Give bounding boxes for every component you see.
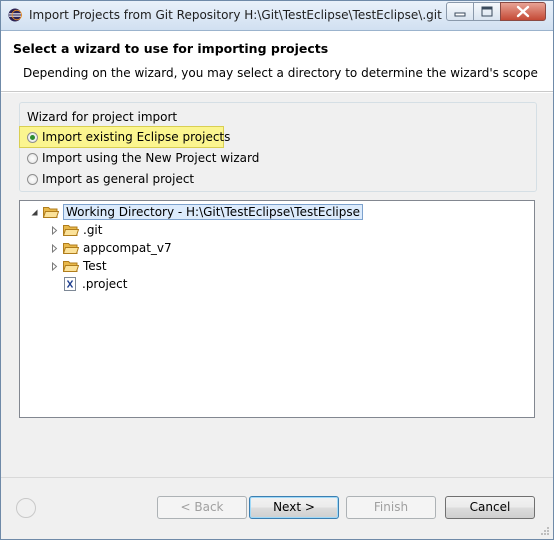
wizard-group-label: Wizard for project import [27, 110, 178, 124]
folder-icon [63, 260, 79, 272]
import-dialog-window: Import Projects from Git Repository H:\G… [0, 0, 554, 540]
xml-file-icon [64, 277, 76, 291]
finish-button[interactable]: Finish [346, 496, 436, 519]
radio-button-checked[interactable] [27, 131, 38, 143]
radio-button[interactable] [27, 152, 38, 164]
next-button[interactable]: Next > [249, 496, 339, 519]
close-button[interactable] [500, 2, 546, 21]
header-separator [1, 92, 553, 93]
folder-icon [63, 224, 79, 236]
close-icon [516, 5, 530, 18]
tree-item-git[interactable]: .git [50, 221, 102, 239]
radio-import-existing[interactable]: Import existing Eclipse projects [27, 127, 230, 147]
radio-import-general-project[interactable]: Import as general project [27, 169, 194, 189]
radio-import-new-project-wizard[interactable]: Import using the New Project wizard [27, 148, 259, 168]
folder-open-icon [43, 206, 59, 218]
tree-item-label: Working Directory - H:\Git\TestEclipse\T… [63, 204, 364, 220]
radio-label: Import using the New Project wizard [42, 151, 260, 165]
tree-item-label: .git [83, 223, 103, 237]
maximize-button[interactable] [473, 2, 501, 21]
project-tree[interactable]: Working Directory - H:\Git\TestEclipse\T… [19, 200, 535, 418]
radio-label: Import existing Eclipse projects [42, 130, 231, 144]
help-icon[interactable] [15, 497, 37, 519]
tree-item-test[interactable]: Test [50, 257, 107, 275]
title-bar[interactable]: Import Projects from Git Repository H:\G… [1, 1, 553, 31]
radio-button[interactable] [27, 173, 38, 185]
eclipse-icon [8, 8, 22, 22]
button-bar-separator [1, 477, 553, 478]
window-title: Import Projects from Git Repository H:\G… [29, 8, 442, 22]
tree-item-label: .project [82, 277, 128, 291]
folder-icon [63, 242, 79, 254]
tree-item-project-file[interactable]: .project [63, 275, 127, 293]
collapsed-chevron-icon[interactable] [50, 243, 59, 253]
minimize-button[interactable] [446, 2, 474, 21]
cancel-button[interactable]: Cancel [445, 496, 535, 519]
minimize-icon [454, 12, 466, 17]
collapsed-chevron-icon[interactable] [50, 261, 59, 271]
radio-label: Import as general project [42, 172, 195, 186]
header-description: Depending on the wizard, you may select … [23, 66, 538, 80]
maximize-icon [481, 6, 493, 17]
collapsed-chevron-icon[interactable] [50, 225, 59, 235]
tree-root-row[interactable]: Working Directory - H:\Git\TestEclipse\T… [30, 203, 364, 221]
tree-item-appcompat[interactable]: appcompat_v7 [50, 239, 172, 257]
header-title: Select a wizard to use for importing pro… [13, 41, 329, 56]
tree-item-label: Test [83, 259, 107, 273]
wizard-header: Select a wizard to use for importing pro… [1, 31, 553, 92]
tree-item-label: appcompat_v7 [83, 241, 172, 255]
back-button[interactable]: < Back [157, 496, 247, 519]
expanded-chevron-icon[interactable] [30, 208, 39, 217]
resize-grip-icon[interactable] [540, 526, 550, 536]
